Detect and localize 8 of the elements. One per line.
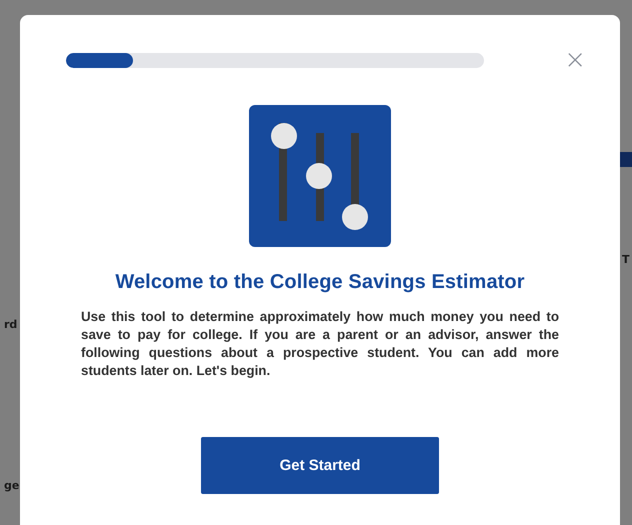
- sliders-icon: [249, 105, 391, 247]
- text-fragment: ge: [4, 479, 20, 492]
- text-fragment: T: [622, 253, 631, 266]
- text-fragment: rd: [4, 318, 18, 331]
- get-started-button[interactable]: Get Started: [201, 437, 439, 494]
- background-bar: [620, 152, 632, 167]
- description-text: Use this tool to determine approximately how much money you need to save to pay for college. If you are a parent or an advisor, answer the following questions about a prospective student. You can add more students later on. Let's begin.: [81, 308, 559, 380]
- dialog-title: Welcome to the College Savings Estimator: [115, 271, 525, 294]
